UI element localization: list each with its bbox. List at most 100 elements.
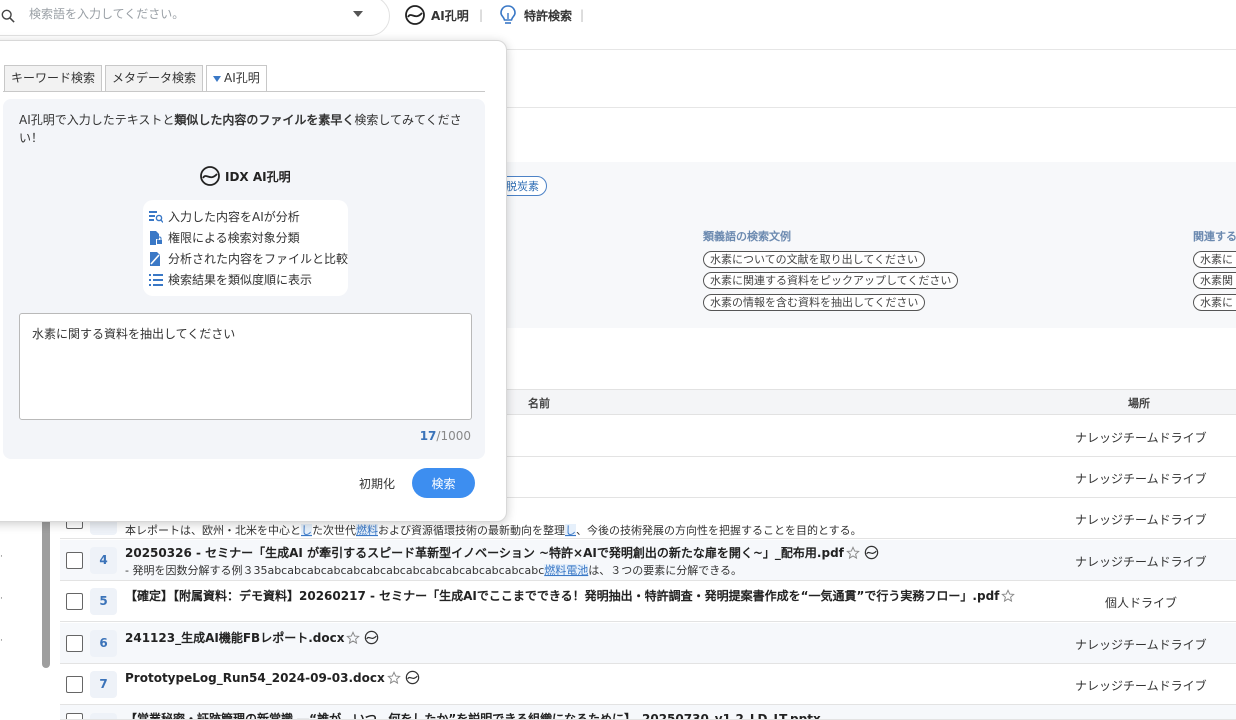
file-location: ナレッジチームドライブ — [1075, 638, 1207, 652]
table-row[interactable]: 7 PrototypeLog_Run54_2024-09-03.docx ナレッ… — [60, 664, 1236, 705]
column-header-location[interactable]: 場所 — [1128, 395, 1150, 411]
row-number: 6 — [90, 630, 117, 657]
ai-search-form: AI孔明で入力したテキストと類似した内容のファイルを素早く検索してみてください！… — [3, 99, 485, 459]
row-checkbox[interactable] — [66, 593, 83, 610]
file-name-text[interactable]: 20250326 - セミナー「生成AI が牽引するスピード革新型イノベーション… — [125, 544, 844, 561]
feature-list: 入力した内容をAIが分析 権限による検索対象分類 分析された内容をファイルと比較… — [143, 200, 348, 296]
file-name[interactable]: 241123_生成AI機能FBレポート.docx — [125, 629, 379, 646]
table-row[interactable]: 【営業秘密・証跡管理の新常識 ―“誰が、いつ、何をしたか”を説明できる組織になる… — [60, 705, 1236, 720]
file-location: ナレッジチームドライブ — [1075, 555, 1207, 569]
row-checkbox[interactable] — [66, 552, 83, 569]
snippet-text: た次世代 — [312, 524, 356, 537]
file-name[interactable]: PrototypeLog_Run54_2024-09-03.docx — [125, 670, 420, 685]
tab-metadata-search[interactable]: メタデータ検索 — [105, 65, 204, 91]
ai-komei-logo-icon — [405, 5, 425, 25]
related-example-pill[interactable]: 水素に — [1193, 294, 1236, 311]
star-icon[interactable] — [1001, 588, 1016, 603]
feature-item: 入力した内容をAIが分析 — [149, 206, 348, 227]
desc-emphasis: 類似した内容のファイルを素早く — [174, 113, 355, 127]
feature-item: 分析された内容をファイルと比較 — [149, 248, 348, 269]
file-snippet: - 発明を因数分解する例３35abcabcabcabcabcabcabcabca… — [125, 562, 742, 578]
snippet-highlight: 燃料 — [356, 524, 378, 537]
file-name-text[interactable]: PrototypeLog_Run54_2024-09-03.docx — [125, 671, 385, 685]
row-checkbox[interactable] — [66, 676, 83, 693]
nav-patent-search[interactable]: 特許検索 — [498, 5, 573, 24]
star-icon[interactable] — [346, 630, 361, 645]
search-button[interactable]: 検索 — [412, 468, 475, 498]
row-checkbox[interactable] — [66, 635, 83, 652]
feature-item: 権限による検索対象分類 — [149, 227, 348, 248]
ai-komei-icon[interactable] — [364, 630, 379, 645]
bullet: · — [0, 594, 3, 604]
nav-patent-label: 特許検索 — [524, 8, 573, 23]
related-example-pill[interactable]: 水素に — [1193, 251, 1236, 268]
feature-text: 権限による検索対象分類 — [168, 231, 300, 245]
feature-text: 検索結果を類似度順に表示 — [168, 273, 313, 287]
scrollbar-thumb[interactable] — [42, 500, 50, 668]
file-name-text[interactable]: 【確定】【附属資料：デモ資料】20260217 - セミナー「生成AIでここまで… — [125, 587, 999, 604]
feature-text: 入力した内容をAIが分析 — [168, 210, 300, 224]
feature-text: 分析された内容をファイルと比較 — [168, 252, 349, 266]
related-example-pill[interactable]: 水素関 — [1193, 272, 1236, 289]
synonym-example-pill[interactable]: 水素の情報を含む資料を抽出してください — [703, 294, 926, 311]
caret-down-icon — [213, 75, 221, 82]
compare-document-icon — [150, 251, 160, 266]
chevron-down-icon[interactable] — [353, 11, 363, 17]
row-number — [90, 713, 117, 719]
ai-query-textarea[interactable]: 水素に関する資料を抽出してください — [19, 313, 472, 420]
snippet-text: は、３つの要素に分解できる。 — [588, 564, 743, 577]
ai-komei-icon[interactable] — [405, 670, 420, 685]
snippet-highlight: 燃料電池 — [544, 564, 589, 577]
synonym-example-pill[interactable]: 水素についての文献を取り出してください — [703, 251, 926, 268]
search-icon — [1, 9, 15, 23]
search-input[interactable] — [27, 6, 327, 22]
desc-text: AI孔明で入力したテキストと — [19, 113, 175, 127]
file-name[interactable]: 【営業秘密・証跡管理の新常識 ―“誰が、いつ、何をしたか”を説明できる組織になる… — [125, 710, 821, 719]
ai-komei-icon[interactable] — [864, 545, 879, 560]
file-location: 個人ドライブ — [1105, 596, 1178, 610]
tab-ai-komei[interactable]: AI孔明 — [206, 65, 267, 92]
row-number: 5 — [90, 588, 117, 615]
star-icon[interactable] — [386, 670, 401, 685]
table-row[interactable]: 4 20250326 - セミナー「生成AI が牽引するスピード革新型イノベーシ… — [60, 540, 1236, 581]
column-header-name[interactable]: 名前 — [528, 395, 550, 411]
global-search-box[interactable] — [0, 0, 390, 36]
nav-ai-komei[interactable]: AI孔明 — [404, 5, 469, 25]
divider — [506, 107, 1236, 108]
tab-divider — [3, 91, 485, 92]
file-name-text[interactable]: 【営業秘密・証跡管理の新常識 ―“誰が、いつ、何をしたか”を説明できる組織になる… — [125, 710, 821, 719]
feature-item: 検索結果を類似度順に表示 — [149, 269, 348, 290]
file-location: ナレッジチームドライブ — [1075, 513, 1207, 527]
related-examples-title: 関連する — [1193, 230, 1236, 243]
file-snippet: 本レポートは、欧州・北米を中心とした次世代燃料および資源循環技術の最新動向を整理… — [125, 522, 862, 538]
file-name-text[interactable]: 241123_生成AI機能FBレポート.docx — [125, 629, 344, 646]
synonym-examples-title: 類義語の検索文例 — [703, 230, 791, 243]
nav-separator: | — [479, 8, 484, 22]
snippet-highlight: し — [301, 524, 312, 537]
bullet: · — [0, 636, 3, 646]
file-name[interactable]: 【確定】【附属資料：デモ資料】20260217 - セミナー「生成AIでここまで… — [125, 587, 1016, 604]
file-location: ナレッジチームドライブ — [1075, 679, 1207, 693]
results-table-header: 名前 場所 — [506, 389, 1236, 415]
snippet-text: 本レポートは、欧州・北米を中心と — [125, 524, 301, 537]
table-row[interactable]: 5 【確定】【附属資料：デモ資料】20260217 - セミナー「生成AIでここ… — [60, 581, 1236, 622]
logo-text: IDX AI孔明 — [225, 169, 291, 184]
synonym-example-pill[interactable]: 水素に関連する資料をピックアップしてください — [703, 272, 959, 289]
row-checkbox[interactable] — [66, 713, 83, 719]
ai-search-popup: キーワード検索 メタデータ検索 AI孔明 AI孔明で入力したテキストと類似した内… — [0, 40, 507, 522]
nav-separator: | — [580, 8, 585, 22]
star-icon[interactable] — [846, 545, 860, 560]
snippet-text: - 発明を因数分解する例３35abcabcabcabcabcabcabcabca… — [125, 564, 545, 577]
row-number: 7 — [90, 671, 117, 698]
character-count: 17 — [419, 429, 437, 443]
ai-search-description: AI孔明で入力したテキストと類似した内容のファイルを素早く検索してみてください！ — [19, 111, 469, 147]
character-max: /1000 — [436, 429, 471, 443]
reset-button[interactable]: 初期化 — [359, 475, 395, 492]
table-row[interactable]: 6 241123_生成AI機能FBレポート.docx ナレッジチームドライブ — [60, 623, 1236, 664]
file-name[interactable]: 20250326 - セミナー「生成AI が牽引するスピード革新型イノベーション… — [125, 544, 879, 561]
tab-keyword-search[interactable]: キーワード検索 — [4, 65, 103, 91]
snippet-text: および資源循環技術の最新動向を整理 — [378, 524, 565, 537]
bullet: · — [0, 552, 3, 562]
tab-ai-komei-label: AI孔明 — [224, 71, 260, 85]
idx-ai-komei-logo: IDX AI孔明 — [199, 165, 291, 187]
